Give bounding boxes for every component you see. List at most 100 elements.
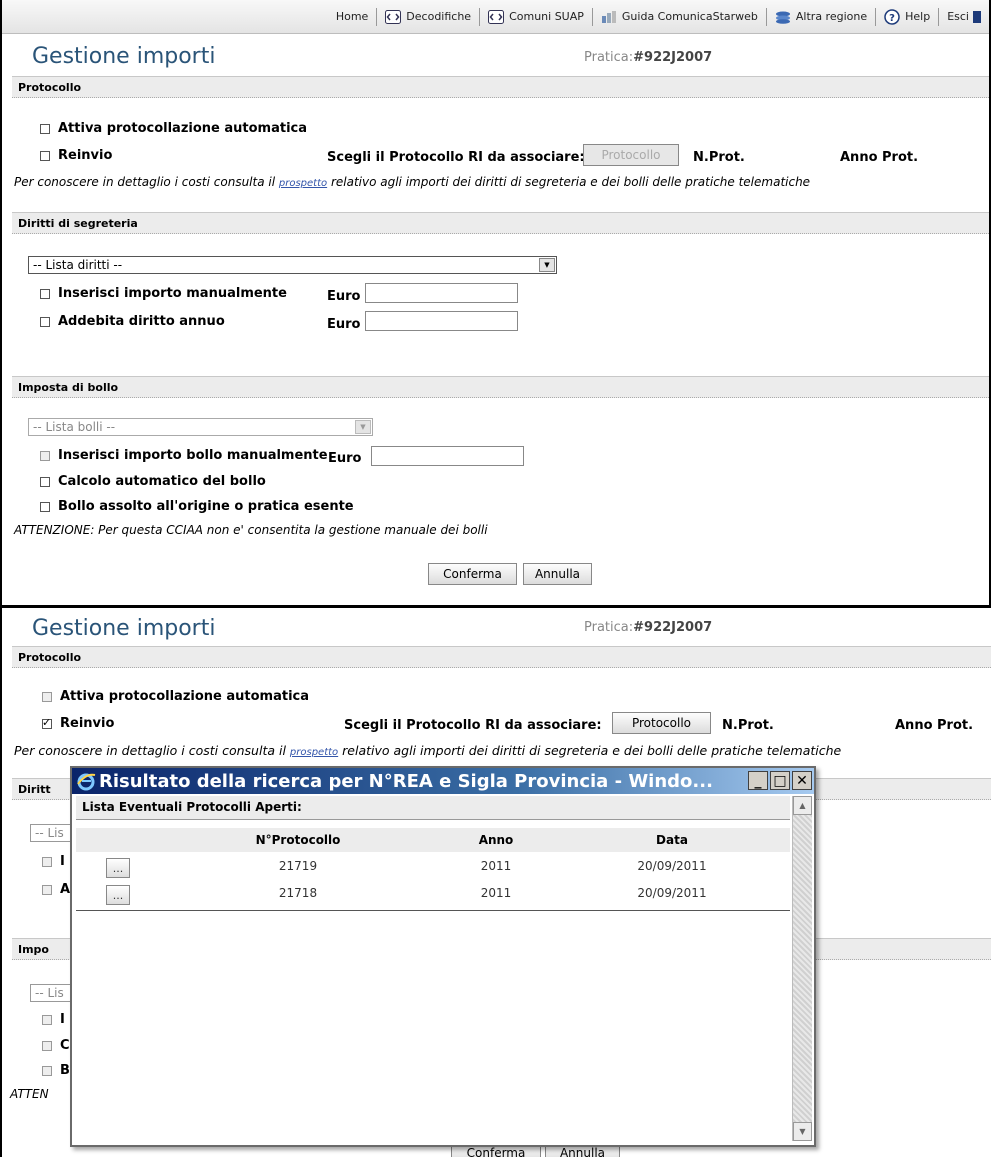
- checkbox-box[interactable]: [40, 123, 50, 134]
- table-row: ... 21718 2011 20/09/2011: [76, 881, 790, 909]
- protocollo-button[interactable]: Protocollo: [612, 712, 711, 734]
- nav-comuni-suap-label: Comuni SUAP: [509, 10, 584, 23]
- calcolo-bollo-checkbox[interactable]: Calcolo automatico del bollo: [40, 474, 266, 489]
- attiva-label: Attiva protocollazione automatica: [58, 121, 308, 136]
- exit-icon: [973, 10, 981, 24]
- inserisci-label: I: [60, 854, 65, 869]
- scegli-protocollo-label: Scegli il Protocollo RI da associare:: [344, 718, 602, 733]
- popup-body: Lista Eventuali Protocolli Aperti: N°Pro…: [76, 796, 790, 1141]
- costi-note-post: relativo agli importi dei diritti di seg…: [342, 743, 842, 758]
- importo-bollo-input[interactable]: [371, 446, 524, 466]
- inserisci-bollo-checkbox[interactable]: I: [42, 1012, 65, 1027]
- dropdown-arrow-icon[interactable]: ▼: [355, 420, 371, 434]
- protocolli-popup-window[interactable]: Risultato della ricerca per N°REA e Sigl…: [70, 766, 816, 1147]
- cell-protocollo: 21719: [278, 859, 318, 873]
- checkbox-box[interactable]: [40, 501, 50, 512]
- costi-note-pre: Per conoscere in dettaglio i costi consu…: [14, 743, 286, 758]
- addebita-diritto-checkbox[interactable]: A: [42, 882, 70, 897]
- lista-protocolli-header: Lista Eventuali Protocolli Aperti:: [76, 796, 790, 820]
- page-title: Gestione importi: [32, 616, 216, 641]
- lista-bolli-value: -- Lista bolli --: [33, 420, 116, 434]
- prospetto-link[interactable]: prospetto: [290, 747, 338, 758]
- checkbox-box[interactable]: [40, 316, 50, 327]
- code-icon: [385, 9, 402, 24]
- inserisci-bollo-checkbox[interactable]: Inserisci importo bollo manualmente: [40, 448, 328, 463]
- inserisci-importo-checkbox[interactable]: I: [42, 854, 65, 869]
- conferma-button[interactable]: Conferma: [428, 563, 517, 585]
- checkbox-box[interactable]: [42, 691, 52, 702]
- top-navigation: Home Decodifiche Comuni SUAP Guida Comun…: [2, 0, 989, 34]
- pratica-number: Pratica:#922J2007: [584, 50, 712, 65]
- checkbox-box[interactable]: [40, 476, 50, 487]
- nav-esci[interactable]: Esci: [938, 7, 989, 26]
- nav-comuni-suap[interactable]: Comuni SUAP: [479, 7, 592, 26]
- checkbox-box[interactable]: [42, 884, 52, 895]
- inserisci-bollo-label: I: [60, 1012, 65, 1027]
- attenzione-note: ATTEN: [10, 1087, 49, 1101]
- nav-esci-label: Esci: [947, 10, 969, 23]
- lista-diritti-select[interactable]: -- Lista diritti -- ▼: [28, 256, 557, 274]
- costi-note: Per conoscere in dettaglio i costi consu…: [14, 175, 810, 189]
- attiva-label: Attiva protocollazione automatica: [60, 689, 310, 704]
- checkbox-box[interactable]: [42, 716, 52, 729]
- checkbox-box[interactable]: [40, 450, 50, 461]
- attiva-protocollazione-checkbox[interactable]: Attiva protocollazione automatica: [42, 689, 309, 704]
- calcolo-label: Calcolo automatico del bollo: [58, 474, 266, 489]
- annoprot-label: Anno Prot.: [895, 718, 974, 733]
- checkbox-box[interactable]: [42, 1014, 52, 1025]
- addebita-label: A: [60, 882, 71, 897]
- reinvio-checkbox[interactable]: Reinvio: [40, 148, 112, 163]
- checkbox-box[interactable]: [42, 856, 52, 867]
- inserisci-importo-checkbox[interactable]: Inserisci importo manualmente: [40, 286, 287, 301]
- vertical-scrollbar[interactable]: ▲ ▼: [792, 796, 812, 1141]
- checkbox-box[interactable]: [42, 1065, 52, 1076]
- page-title: Gestione importi: [32, 44, 216, 69]
- checkbox-box[interactable]: [42, 1040, 52, 1051]
- prospetto-link[interactable]: prospetto: [279, 178, 327, 189]
- importo-diritti-input[interactable]: [365, 283, 518, 303]
- calcolo-bollo-checkbox[interactable]: C: [42, 1038, 70, 1053]
- lista-bolli-select[interactable]: -- Lista bolli -- ▼: [28, 418, 373, 436]
- costi-note-pre: Per conoscere in dettaglio i costi consu…: [14, 175, 276, 189]
- col-data: Data: [656, 833, 688, 847]
- attenzione-note: ATTENZIONE: Per questa CCIAA non e' cons…: [14, 523, 488, 537]
- select-protocollo-button[interactable]: ...: [106, 885, 130, 905]
- internet-explorer-icon: [76, 771, 96, 791]
- nav-altra-regione[interactable]: Altra regione: [765, 7, 875, 26]
- nav-guida[interactable]: Guida ComunicaStarweb: [591, 7, 766, 26]
- euro-label: Euro: [327, 289, 361, 304]
- bollo-assolto-checkbox[interactable]: B: [42, 1063, 70, 1078]
- section-protocollo: Protocollo: [12, 646, 991, 668]
- nav-decodifiche[interactable]: Decodifiche: [376, 7, 479, 26]
- section-bollo: Imposta di bollo: [12, 376, 989, 398]
- checkbox-box[interactable]: [40, 288, 50, 299]
- nav-help[interactable]: ? Help: [875, 7, 938, 26]
- bollo-assolto-checkbox[interactable]: Bollo assolto all'origine o pratica esen…: [40, 499, 354, 514]
- col-anno: Anno: [478, 833, 514, 847]
- nav-home[interactable]: Home: [328, 8, 376, 26]
- table-header: N°Protocollo Anno Data: [76, 828, 790, 852]
- diritto-annuo-input[interactable]: [365, 311, 518, 331]
- lista-diritti-value: -- Lista diritti --: [33, 258, 123, 272]
- dropdown-arrow-icon[interactable]: ▼: [539, 258, 555, 272]
- table-divider: [76, 910, 790, 911]
- checkbox-box[interactable]: [40, 150, 50, 161]
- scroll-up-icon[interactable]: ▲: [793, 796, 812, 815]
- pratica-number: Pratica:#922J2007: [584, 620, 712, 635]
- svg-text:?: ?: [889, 13, 895, 24]
- maximize-icon[interactable]: □: [770, 771, 790, 790]
- addebita-diritto-checkbox[interactable]: Addebita diritto annuo: [40, 314, 225, 329]
- minimize-icon[interactable]: _: [748, 771, 768, 790]
- code-icon: [488, 9, 505, 24]
- scroll-down-icon[interactable]: ▼: [793, 1122, 812, 1141]
- annulla-button[interactable]: Annulla: [523, 563, 592, 585]
- protocollo-button[interactable]: Protocollo: [583, 144, 679, 166]
- select-protocollo-button[interactable]: ...: [106, 858, 130, 878]
- reinvio-checkbox[interactable]: Reinvio: [42, 716, 114, 731]
- cell-anno: 2011: [480, 859, 512, 873]
- popup-titlebar[interactable]: Risultato della ricerca per N°REA e Sigl…: [72, 768, 814, 794]
- nav-guida-label: Guida ComunicaStarweb: [621, 10, 758, 23]
- attiva-protocollazione-checkbox[interactable]: Attiva protocollazione automatica: [40, 121, 307, 136]
- window-controls: _ □ ✕: [748, 771, 812, 790]
- close-icon[interactable]: ✕: [792, 771, 812, 790]
